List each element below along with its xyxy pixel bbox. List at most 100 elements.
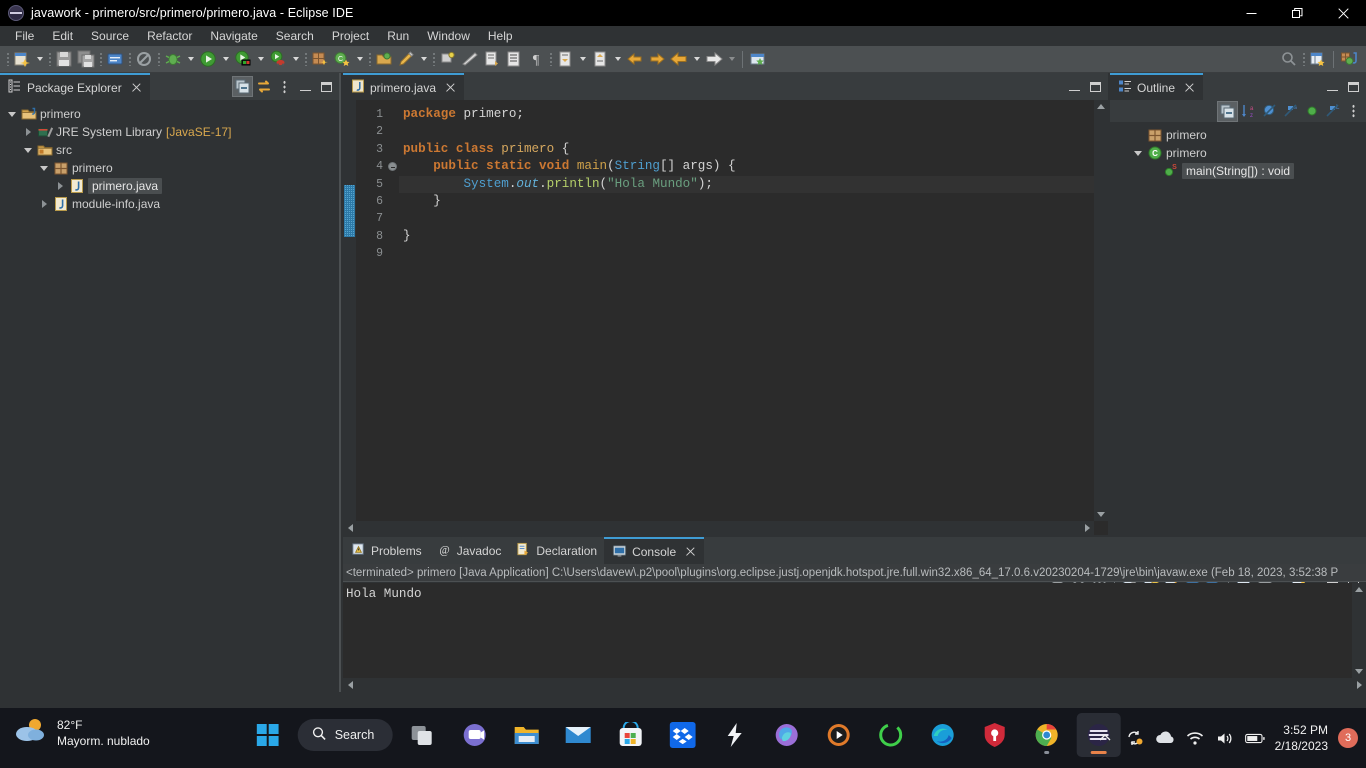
taskbar-mail[interactable] [556, 713, 600, 757]
link-with-editor-button[interactable] [253, 76, 274, 97]
folding-ruler[interactable] [386, 100, 399, 521]
coverage-dropdown[interactable] [254, 48, 267, 70]
scroll-right-icon[interactable] [1352, 678, 1366, 691]
close-icon[interactable] [444, 81, 457, 94]
menu-project[interactable]: Project [323, 27, 378, 45]
taskbar-office[interactable] [764, 713, 808, 757]
tab-outline[interactable]: Outline [1110, 73, 1204, 100]
scroll-left-icon[interactable] [343, 521, 357, 534]
forward-button[interactable] [703, 48, 725, 70]
forward-history-button[interactable] [646, 48, 668, 70]
save-button[interactable] [53, 48, 75, 70]
menu-source[interactable]: Source [82, 27, 138, 45]
tree-item[interactable]: src [0, 141, 339, 159]
code-line[interactable] [399, 123, 1094, 140]
outline-item[interactable]: Smain(String[]) : void [1110, 162, 1366, 180]
new-java-class-button[interactable]: C [331, 48, 353, 70]
tab-problems[interactable]: Problems [343, 537, 429, 564]
restore-window-button[interactable] [1274, 0, 1320, 26]
new-dropdown[interactable] [33, 48, 46, 70]
pencil-dropdown[interactable] [417, 48, 430, 70]
save-all-button[interactable] [75, 48, 97, 70]
editor-horizontal-scrollbar[interactable] [343, 521, 1094, 535]
chevron-right-icon[interactable] [52, 178, 68, 194]
sort-button[interactable]: az [1238, 101, 1259, 122]
previous-annotation-button[interactable] [503, 48, 525, 70]
sync-icon[interactable] [1125, 728, 1145, 748]
new-wizard-button[interactable] [11, 48, 33, 70]
next-annotation-button[interactable] [481, 48, 503, 70]
taskbar-slack-lightning[interactable] [712, 713, 756, 757]
code-line[interactable]: public class primero { [399, 141, 1094, 158]
run-button[interactable] [197, 48, 219, 70]
view-menu-button[interactable] [274, 76, 295, 97]
outline-item[interactable]: Cprimero [1110, 144, 1366, 162]
scroll-up-icon[interactable] [1094, 100, 1108, 113]
open-perspective-button[interactable] [1307, 48, 1329, 70]
tab-declaration[interactable]: Declaration [508, 537, 604, 564]
chevron-right-icon[interactable] [36, 196, 52, 212]
last-edit-dropdown[interactable] [576, 48, 589, 70]
menu-refactor[interactable]: Refactor [138, 27, 201, 45]
scroll-left-icon[interactable] [343, 678, 357, 691]
menu-window[interactable]: Window [418, 27, 479, 45]
code-line[interactable]: } [399, 193, 1094, 210]
new-class-dropdown[interactable] [353, 48, 366, 70]
taskbar-weather-widget[interactable]: 82°F Mayorm. nublado [14, 716, 150, 749]
menu-help[interactable]: Help [479, 27, 522, 45]
last-edit-location-button[interactable] [554, 48, 576, 70]
taskbar-chrome[interactable] [1024, 713, 1068, 757]
run-dropdown[interactable] [219, 48, 232, 70]
close-window-button[interactable] [1320, 0, 1366, 26]
hide-non-public-button[interactable] [1301, 101, 1322, 122]
hide-fields-button[interactable] [1259, 101, 1280, 122]
collapse-all-button[interactable] [1217, 100, 1238, 122]
tree-item[interactable]: module-info.java [0, 195, 339, 213]
taskbar-spotify[interactable] [868, 713, 912, 757]
skip-breakpoints-button[interactable] [133, 48, 155, 70]
editor-body[interactable]: 1 2 3 4 5 6 7 8 9 package primero; public class … [343, 100, 1108, 535]
print-button[interactable] [104, 48, 126, 70]
taskbar-search[interactable]: Search [297, 719, 393, 751]
maximize-button[interactable] [1343, 76, 1364, 97]
new-java-package-button[interactable] [309, 48, 331, 70]
tab-package-explorer[interactable]: Package Explorer [0, 73, 150, 100]
console-vertical-scrollbar[interactable] [1352, 583, 1366, 678]
speaker-icon[interactable] [1215, 728, 1235, 748]
back-history-button[interactable] [624, 48, 646, 70]
taskbar-file-explorer[interactable] [504, 713, 548, 757]
back-dropdown[interactable] [690, 48, 703, 70]
code-line[interactable] [399, 245, 1094, 262]
close-icon[interactable] [684, 545, 697, 558]
quick-search-button[interactable] [1278, 48, 1300, 70]
open-type-button[interactable] [373, 48, 395, 70]
chevron-down-icon[interactable] [36, 160, 52, 176]
menu-run[interactable]: Run [378, 27, 418, 45]
minimize-window-button[interactable] [1228, 0, 1274, 26]
tab-javadoc[interactable]: @ Javadoc [429, 537, 509, 564]
taskbar-clock[interactable]: 3:52 PM 2/18/2023 [1275, 722, 1328, 754]
editor-annotation-ruler[interactable] [343, 100, 356, 521]
tree-item[interactable]: primero [0, 159, 339, 177]
taskbar-microsoft-store[interactable] [608, 713, 652, 757]
run-ant-dropdown[interactable] [289, 48, 302, 70]
start-button[interactable] [246, 713, 290, 757]
tree-item[interactable]: primero.java [0, 177, 339, 195]
chevron-right-icon[interactable] [20, 124, 36, 140]
taskbar-task-view[interactable] [400, 713, 444, 757]
coverage-button[interactable] [232, 48, 254, 70]
previous-edit-dropdown[interactable] [611, 48, 624, 70]
view-menu-button[interactable] [1343, 101, 1364, 122]
back-button[interactable] [668, 48, 690, 70]
quick-access-pencil[interactable] [395, 48, 417, 70]
tree-item[interactable]: primero [0, 105, 339, 123]
onedrive-cloud-icon[interactable] [1155, 728, 1175, 748]
code-line[interactable] [399, 210, 1094, 227]
previous-edit-button[interactable] [589, 48, 611, 70]
menu-file[interactable]: File [6, 27, 43, 45]
fold-collapse-icon[interactable] [388, 162, 397, 172]
taskbar-teams[interactable] [452, 713, 496, 757]
debug-dropdown[interactable] [184, 48, 197, 70]
code-line[interactable]: System.out.println("Hola Mundo"); [399, 175, 1094, 193]
code-line[interactable]: package primero; [399, 106, 1094, 123]
